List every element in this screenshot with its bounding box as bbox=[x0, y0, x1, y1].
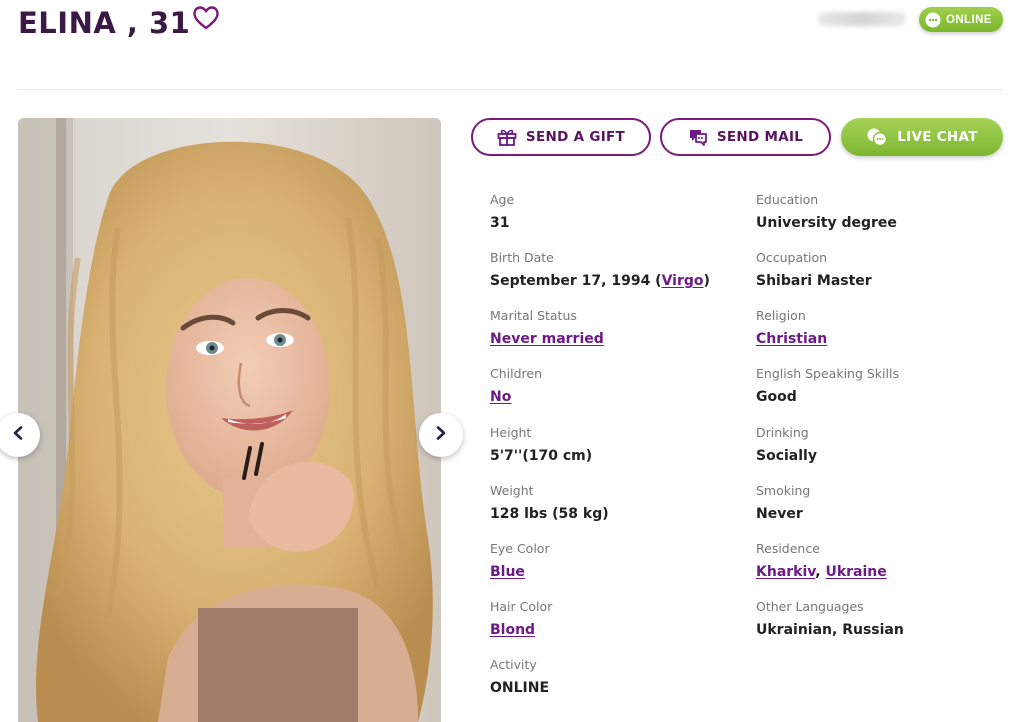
city-link[interactable]: Kharkiv bbox=[756, 564, 815, 580]
country-link[interactable]: Ukraine bbox=[825, 564, 886, 580]
name-age-text: ELINA , 31 bbox=[18, 6, 191, 40]
online-status-badge: ONLINE bbox=[919, 7, 1003, 32]
field-religion: Religion Christian bbox=[756, 308, 827, 347]
chat-bubbles-icon bbox=[866, 127, 888, 147]
field-value: Blond bbox=[490, 622, 552, 638]
send-gift-label: SEND A GIFT bbox=[525, 129, 626, 145]
field-value: 128 lbs (58 kg) bbox=[490, 506, 609, 522]
religion-link[interactable]: Christian bbox=[756, 331, 827, 347]
field-label: Age bbox=[490, 192, 515, 207]
birth-date-text: September 17, 1994 ( bbox=[490, 273, 662, 289]
field-label: Occupation bbox=[756, 250, 828, 265]
field-age: Age 31 bbox=[490, 192, 514, 231]
field-label: Activity bbox=[490, 657, 537, 672]
field-value: 5'7''(170 cm) bbox=[490, 448, 593, 464]
field-label: Eye Color bbox=[490, 541, 550, 556]
field-english-skills: English Speaking Skills Good bbox=[756, 366, 899, 405]
field-value: Shibari Master bbox=[756, 273, 872, 289]
field-value: Socially bbox=[756, 448, 817, 464]
field-height: Height 5'7''(170 cm) bbox=[490, 425, 592, 464]
send-mail-label: SEND MAIL bbox=[716, 129, 804, 145]
field-value: 31 bbox=[490, 215, 510, 231]
field-value: September 17, 1994 (Virgo) bbox=[490, 273, 710, 289]
field-value: ONLINE bbox=[490, 680, 550, 696]
children-link[interactable]: No bbox=[490, 389, 511, 405]
profile-name-age: ELINA , 31 bbox=[18, 6, 220, 40]
zodiac-link[interactable]: Virgo bbox=[662, 273, 704, 289]
field-label: Birth Date bbox=[490, 250, 554, 265]
field-label: Other Languages bbox=[756, 599, 864, 614]
field-residence: Residence Kharkiv, Ukraine bbox=[756, 541, 887, 580]
eye-color-link[interactable]: Blue bbox=[490, 564, 525, 580]
field-value: Never bbox=[756, 506, 803, 522]
field-education: Education University degree bbox=[756, 192, 897, 231]
field-occupation: Occupation Shibari Master bbox=[756, 250, 872, 289]
live-chat-label: LIVE CHAT bbox=[897, 129, 978, 145]
profile-id-blurred bbox=[818, 12, 906, 26]
field-label: Smoking bbox=[756, 483, 811, 498]
field-value: University degree bbox=[756, 215, 897, 231]
online-status-text: ONLINE bbox=[946, 13, 992, 26]
field-label: Drinking bbox=[756, 425, 809, 440]
field-label: Height bbox=[490, 425, 532, 440]
field-children: Children No bbox=[490, 366, 542, 405]
field-marital-status: Marital Status Never married bbox=[490, 308, 604, 347]
field-drinking: Drinking Socially bbox=[756, 425, 817, 464]
field-value: Blue bbox=[490, 564, 550, 580]
send-mail-button[interactable]: SEND MAIL bbox=[660, 118, 831, 156]
field-birth-date: Birth Date September 17, 1994 (Virgo) bbox=[490, 250, 710, 289]
send-gift-button[interactable]: SEND A GIFT bbox=[471, 118, 651, 156]
field-value: Kharkiv, Ukraine bbox=[756, 564, 887, 580]
live-chat-button[interactable]: LIVE CHAT bbox=[841, 118, 1003, 156]
field-value: Christian bbox=[756, 331, 827, 347]
gift-icon bbox=[497, 128, 517, 146]
field-label: Marital Status bbox=[490, 308, 577, 323]
header-divider bbox=[18, 89, 1003, 90]
heart-outline-icon[interactable] bbox=[192, 4, 220, 38]
residence-separator: , bbox=[815, 564, 826, 580]
photo-next-button[interactable] bbox=[419, 413, 463, 457]
profile-photo[interactable] bbox=[18, 118, 441, 722]
field-label: Education bbox=[756, 192, 819, 207]
chevron-right-icon bbox=[435, 425, 447, 445]
field-value: Good bbox=[756, 389, 797, 405]
field-value: Never married bbox=[490, 331, 604, 347]
field-label: Weight bbox=[490, 483, 534, 498]
chat-bubble-icon bbox=[925, 12, 941, 28]
field-smoking: Smoking Never bbox=[756, 483, 810, 522]
chevron-left-icon bbox=[12, 425, 24, 445]
profile-header: ELINA , 31 ONLINE bbox=[0, 0, 1024, 90]
field-label: Residence bbox=[756, 541, 820, 556]
field-activity: Activity ONLINE bbox=[490, 657, 549, 696]
field-other-languages: Other Languages Ukrainian, Russian bbox=[756, 599, 904, 638]
mail-chat-icon bbox=[688, 127, 708, 147]
birth-date-suffix: ) bbox=[703, 273, 710, 289]
field-label: Religion bbox=[756, 308, 806, 323]
field-label: Hair Color bbox=[490, 599, 553, 614]
field-label: Children bbox=[490, 366, 543, 381]
field-value: Ukrainian, Russian bbox=[756, 622, 904, 638]
field-weight: Weight 128 lbs (58 kg) bbox=[490, 483, 609, 522]
marital-status-link[interactable]: Never married bbox=[490, 331, 604, 347]
field-eye-color: Eye Color Blue bbox=[490, 541, 550, 580]
field-label: English Speaking Skills bbox=[756, 366, 899, 381]
hair-color-link[interactable]: Blond bbox=[490, 622, 535, 638]
field-hair-color: Hair Color Blond bbox=[490, 599, 552, 638]
field-value: No bbox=[490, 389, 542, 405]
